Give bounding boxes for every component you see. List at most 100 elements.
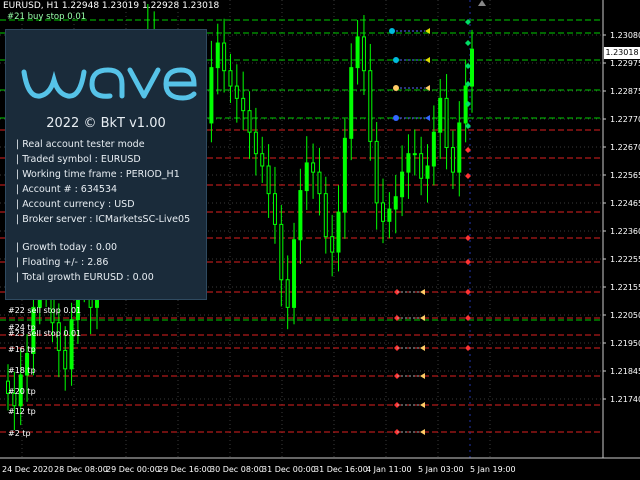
candle-body [450,147,455,173]
price-tick-label: 1.22875 [610,87,640,96]
candle-body [304,162,309,192]
order-label: #16 tp [8,345,36,354]
price-tick-label: 1.21845 [610,367,640,376]
candle-body [438,97,443,133]
candle-body [292,239,297,308]
order-label: #18 tp [8,366,36,375]
price-tick-label: 1.21740 [610,395,640,404]
order-marker [393,115,399,121]
candle-body [349,67,354,139]
candle-body [228,70,233,87]
candle-body [311,162,316,173]
order-marker [465,173,471,179]
candle-body [63,349,68,370]
price-tick-label: 1.22670 [610,143,640,152]
order-marker [389,28,395,34]
order-arrow [420,345,425,351]
price-tick-label: 1.22255 [610,255,640,264]
candle-body [298,190,303,241]
candle-body [457,122,462,173]
info-line: | Account currency : USD [16,199,135,210]
candle-body [431,131,436,167]
order-arrow [420,315,425,321]
candle-body [279,223,284,281]
time-tick-label: 31 Dec 00:00 [262,465,316,474]
price-tick-label: 1.22360 [610,227,640,236]
order-marker [465,147,471,153]
scroll-arrow-icon [478,0,486,6]
time-tick-label: 5 Jan 03:00 [418,465,464,474]
order-label: #20 tp [8,387,36,396]
candle-body [234,85,239,99]
candle-body [336,211,341,253]
time-tick-label: 29 Dec 00:00 [106,465,160,474]
order-marker [393,85,399,91]
order-arrow [420,429,425,435]
order-label: #23 sell stop 0.01 [8,329,81,338]
candle-body [253,131,258,155]
candle-body [368,70,373,142]
price-tick-label: 1.22975 [610,59,640,68]
current-price-tag: 1.23018 [604,47,640,59]
candle-body [209,67,214,124]
order-label: #2 tp [8,429,31,438]
order-marker [393,57,399,63]
candle-body [272,193,277,225]
time-tick-label: 31 Dec 16:00 [314,465,368,474]
order-arrow [420,402,425,408]
order-arrow [420,373,425,379]
candle-body [444,97,449,149]
candle-body [355,36,360,69]
candle-body [69,319,74,370]
candle-body [470,48,474,87]
candle-body [393,196,398,210]
first-order-label: #21 buy stop 0.01 [7,12,87,22]
candle-body [342,137,347,213]
candle-body [387,208,392,222]
candle-body [412,153,417,156]
time-tick-label: 30 Dec 08:00 [210,465,264,474]
candle-body [215,42,220,69]
copyright-text: 2022 © BkT v1.00 [46,116,166,131]
price-tick-label: 1.21950 [610,339,640,348]
order-label: #12 tp [8,407,36,416]
order-label: #22 sell stop 0.01 [8,306,81,315]
candle-body [266,165,271,195]
candle-body [400,171,405,198]
candle-body [406,153,411,173]
candle-body [285,279,290,308]
candle-body [323,193,328,238]
order-marker [465,40,471,46]
candle-body [419,153,424,179]
candle-body [425,165,430,179]
order-arrow [425,57,430,63]
time-tick-label: 4 Jan 11:00 [366,465,412,474]
wave-logo [21,67,197,101]
candle-body [330,236,335,253]
info-line: | Account # : 634534 [16,184,118,195]
info-line: | Real account tester mode [16,139,145,150]
info-line: | Floating +/- : 2.86 [16,257,109,268]
candle-body [374,140,379,204]
time-tick-label: 29 Dec 16:00 [158,465,212,474]
order-arrow [425,115,430,121]
order-marker [465,345,471,351]
time-tick-label: 5 Jan 19:00 [470,465,516,474]
price-tick-label: 1.22155 [610,283,640,292]
info-line: | Broker server : ICMarketsSC-Live05 [16,214,191,225]
chart-symbol-header: EURUSD, H1 1.22948 1.23019 1.22928 1.230… [3,1,220,11]
ea-info-panel: 2022 © BkT v1.00 | Real account tester m… [5,29,207,300]
price-tick-label: 1.22565 [610,171,640,180]
info-line: | Working time frame : PERIOD_H1 [16,169,180,180]
price-tick-label: 1.22770 [610,115,640,124]
info-line: | Traded symbol : EURUSD [16,154,141,165]
time-tick-label: 28 Dec 08:00 [54,465,108,474]
order-arrow [420,289,425,295]
candle-body [381,202,386,222]
price-tick-label: 1.22465 [610,199,640,208]
candle-body [361,36,366,72]
info-line: | Total growth EURUSD : 0.00 [16,272,154,283]
time-tick-label: 24 Dec 2020 [2,465,53,474]
price-tick-label: 1.22050 [610,311,640,320]
candle-body [222,42,227,72]
